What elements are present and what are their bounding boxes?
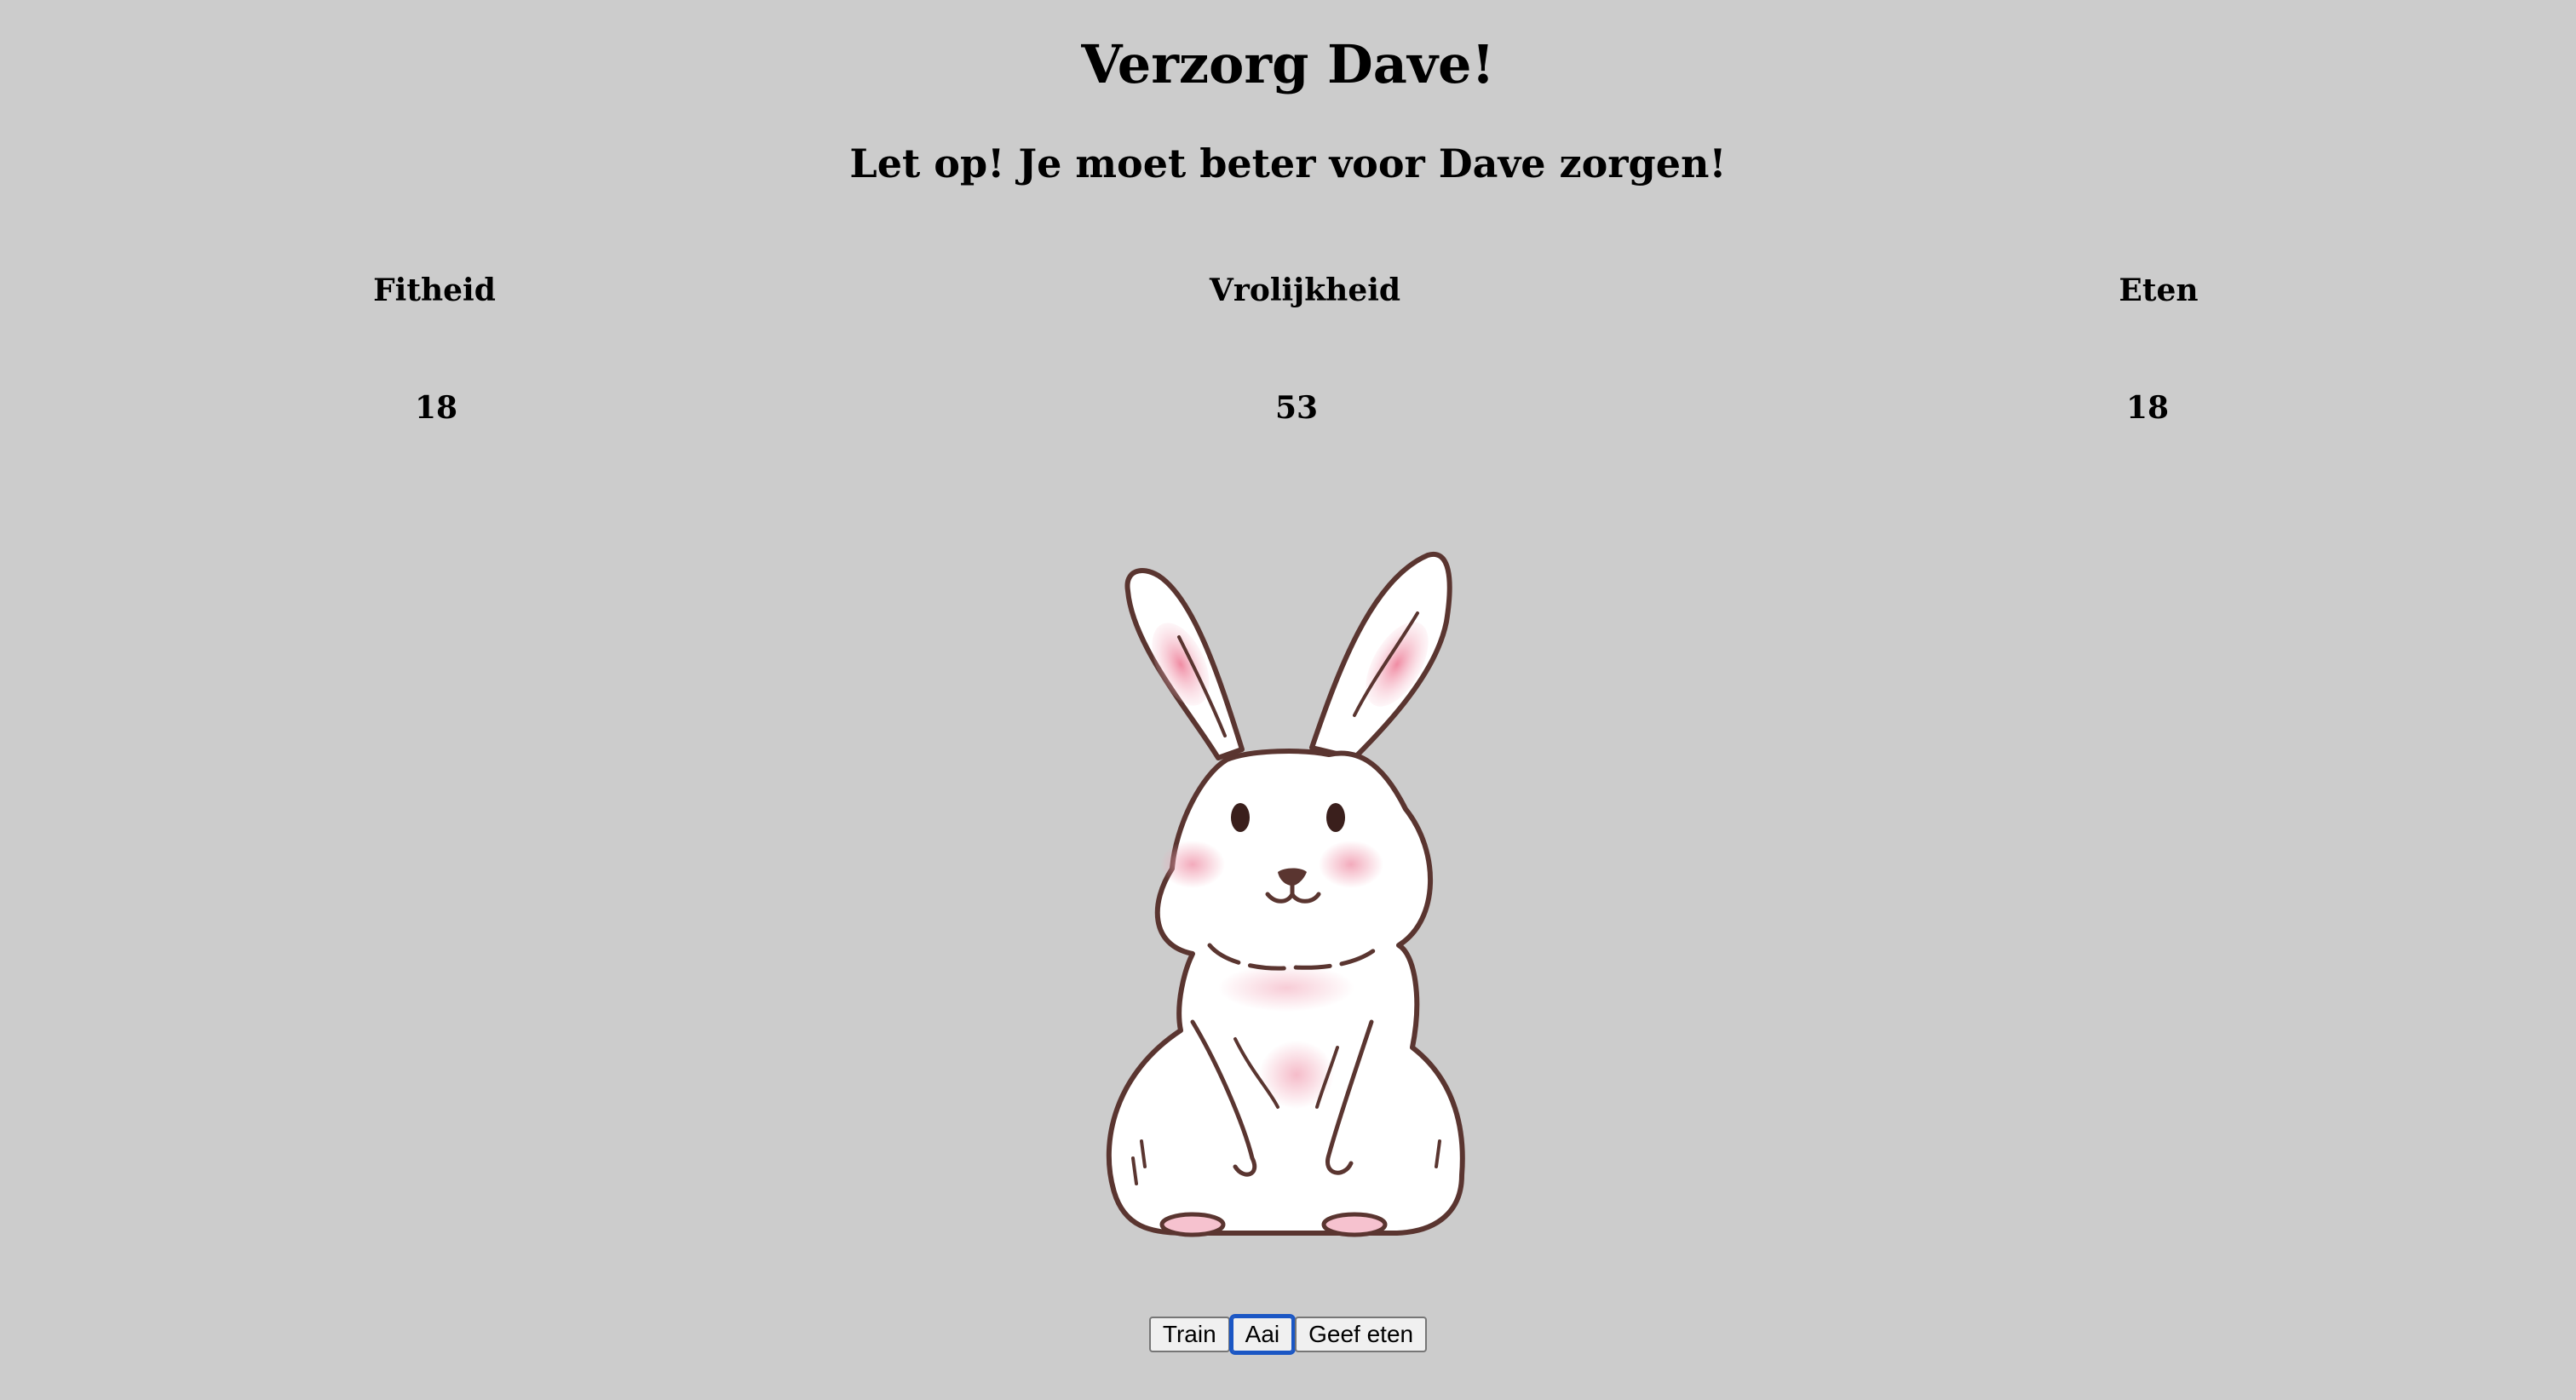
action-buttons: Train Aai Geef eten bbox=[0, 1314, 2576, 1355]
stat-fitheid-value: 18 bbox=[414, 390, 458, 426]
page-title: Verzorg Dave! bbox=[1081, 33, 1495, 95]
stat-eten-value: 18 bbox=[2125, 390, 2170, 426]
stat-vrolijkheid-value: 53 bbox=[1274, 390, 1319, 426]
stat-fitheid: Fitheid 18 bbox=[221, 269, 647, 429]
train-button[interactable]: Train bbox=[1148, 1317, 1230, 1352]
geef-eten-button[interactable]: Geef eten bbox=[1295, 1317, 1428, 1352]
page: Verzorg Dave! Let op! Je moet beter voor… bbox=[0, 0, 2576, 1400]
stat-fitheid-label: Fitheid bbox=[373, 273, 496, 308]
rabbit-illustration bbox=[1106, 551, 1465, 1237]
warning-message: Let op! Je moet beter voor Dave zorgen! bbox=[849, 141, 1727, 186]
stat-eten: Eten 18 bbox=[1946, 269, 2372, 429]
stat-vrolijkheid-label: Vrolijkheid bbox=[1209, 273, 1401, 308]
stat-vrolijkheid: Vrolijkheid 53 bbox=[1092, 269, 1518, 429]
stat-eten-label: Eten bbox=[2119, 273, 2199, 308]
aai-button[interactable]: Aai bbox=[1228, 1314, 1297, 1355]
